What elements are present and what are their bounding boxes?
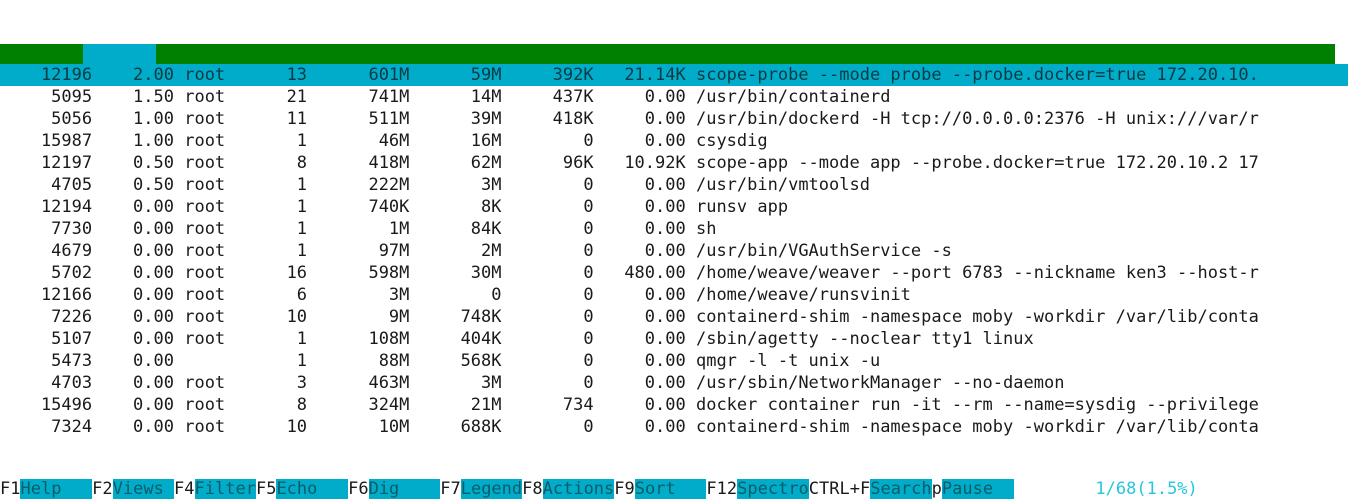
table-row-text: 5702 0.00 root 16 598M 30M 0 480.00 /hom… (0, 263, 1259, 283)
table-row[interactable]: 5095 1.50 root 21 741M 14M 437K 0.00 /us… (0, 86, 1348, 108)
fnaction-pause[interactable]: Pause (941, 479, 1014, 499)
fnaction-sort[interactable]: Sort (634, 479, 707, 499)
table-row-text: 15987 1.00 root 1 46M 16M 0 0.00 csysdig (0, 131, 768, 151)
sort-column-highlight (82, 44, 157, 64)
fnaction-views[interactable]: Views (112, 479, 175, 499)
fnkey-search[interactable]: CTRL+F (808, 479, 871, 499)
table-row[interactable]: 7226 0.00 root 10 9M 748K 0 0.00 contain… (0, 306, 1348, 328)
source-info-line: Source: Live System Filter: evt.type!=sw… (0, 22, 1348, 44)
table-row-text: 12166 0.00 root 6 3M 0 0 0.00 /home/weav… (0, 285, 911, 305)
column-header-background (0, 44, 1335, 64)
table-row-text: 4703 0.00 root 3 463M 3M 0 0.00 /usr/sbi… (0, 373, 1065, 393)
fnaction-filter[interactable]: Filter (194, 479, 256, 499)
table-row[interactable]: 5702 0.00 root 16 598M 30M 0 480.00 /hom… (0, 262, 1348, 284)
table-row[interactable]: 15987 1.00 root 1 46M 16M 0 0.00 csysdig (0, 130, 1348, 152)
table-row[interactable]: 12166 0.00 root 6 3M 0 0 0.00 /home/weav… (0, 284, 1348, 306)
table-row[interactable]: 5473 0.00 1 88M 568K 0 0.00 qmgr -l -t u… (0, 350, 1348, 372)
fnkey-legend[interactable]: F7 (440, 479, 461, 499)
table-row[interactable]: 5056 1.00 root 11 511M 39M 418K 0.00 /us… (0, 108, 1348, 130)
table-row[interactable]: 4703 0.00 root 3 463M 3M 0 0.00 /usr/sbi… (0, 372, 1348, 394)
fnaction-dig[interactable]: Dig (368, 479, 441, 499)
fnaction-search[interactable]: Search (870, 479, 932, 499)
fnaction-spectro[interactable]: Spectro (737, 479, 809, 499)
table-row-text: 7324 0.00 root 10 10M 688K 0 0.00 contai… (0, 417, 1259, 437)
table-row-text: 5056 1.00 root 11 511M 39M 418K 0.00 /us… (0, 109, 1259, 129)
row-position-counter: 1/68(1.5%) (1013, 479, 1198, 499)
table-row[interactable]: 7324 0.00 root 10 10M 688K 0 0.00 contai… (0, 416, 1348, 438)
function-key-bar[interactable]: F1Help F2Views F4FilterF5Echo F6Dig F7Le… (0, 477, 1348, 501)
table-row-text: 4705 0.50 root 1 222M 3M 0 0.00 /usr/bin… (0, 175, 870, 195)
viewing-info-line: Viewing: Processes For: whole machine (0, 0, 1348, 22)
table-column-header[interactable]: PID CPU USER TH VIRT RES FILE NET Comman… (0, 44, 1348, 64)
table-row[interactable]: 12194 0.00 root 1 740K 8K 0 0.00 runsv a… (0, 196, 1348, 218)
fnaction-help[interactable]: Help (20, 479, 93, 499)
table-row-text: 12194 0.00 root 1 740K 8K 0 0.00 runsv a… (0, 197, 789, 217)
fnkey-sort[interactable]: F9 (614, 479, 635, 499)
table-row-text: 4679 0.00 root 1 97M 2M 0 0.00 /usr/bin/… (0, 241, 952, 261)
process-table[interactable]: 12196 2.00 root 13 601M 59M 392K 21.14K … (0, 64, 1348, 438)
table-row-text: 5107 0.00 root 1 108M 404K 0 0.00 /sbin/… (0, 329, 1034, 349)
table-row[interactable]: 7730 0.00 root 1 1M 84K 0 0.00 sh (0, 218, 1348, 240)
fnaction-actions[interactable]: Actions (542, 479, 615, 499)
fnkey-dig[interactable]: F6 (348, 479, 369, 499)
table-row[interactable]: 4705 0.50 root 1 222M 3M 0 0.00 /usr/bin… (0, 174, 1348, 196)
table-row[interactable]: 12196 2.00 root 13 601M 59M 392K 21.14K … (0, 64, 1348, 86)
fnkey-spectro[interactable]: F12 (706, 479, 738, 499)
table-row-text: 5095 1.50 root 21 741M 14M 437K 0.00 /us… (0, 87, 891, 107)
table-row-text: 12196 2.00 root 13 601M 59M 392K 21.14K … (0, 65, 1259, 85)
fnkey-pause[interactable]: p (931, 479, 942, 499)
fnkey-actions[interactable]: F8 (522, 479, 543, 499)
table-row-text: 7226 0.00 root 10 9M 748K 0 0.00 contain… (0, 307, 1259, 327)
table-row[interactable]: 4679 0.00 root 1 97M 2M 0 0.00 /usr/bin/… (0, 240, 1348, 262)
table-row[interactable]: 12197 0.50 root 8 418M 62M 96K 10.92K sc… (0, 152, 1348, 174)
table-row[interactable]: 15496 0.00 root 8 324M 21M 734 0.00 dock… (0, 394, 1348, 416)
fnaction-echo[interactable]: Echo (276, 479, 349, 499)
table-row-text: 12197 0.50 root 8 418M 62M 96K 10.92K sc… (0, 153, 1259, 173)
table-row-text: 5473 0.00 1 88M 568K 0 0.00 qmgr -l -t u… (0, 351, 881, 371)
fnkey-help[interactable]: F1 (0, 479, 21, 499)
fnkey-filter[interactable]: F4 (174, 479, 195, 499)
table-row[interactable]: 5107 0.00 root 1 108M 404K 0 0.00 /sbin/… (0, 328, 1348, 350)
fnkey-views[interactable]: F2 (92, 479, 113, 499)
fnaction-legend[interactable]: Legend (460, 479, 523, 499)
csysdig-terminal-screen: Viewing: Processes For: whole machine So… (0, 0, 1348, 501)
table-row-text: 7730 0.00 root 1 1M 84K 0 0.00 sh (0, 219, 717, 239)
table-row-text: 15496 0.00 root 8 324M 21M 734 0.00 dock… (0, 395, 1259, 415)
fnkey-echo[interactable]: F5 (255, 479, 277, 499)
